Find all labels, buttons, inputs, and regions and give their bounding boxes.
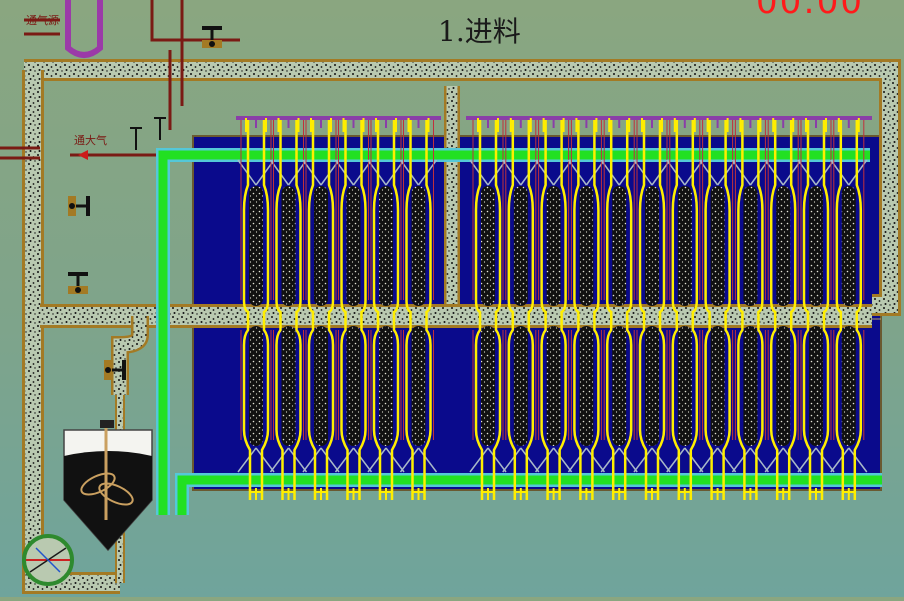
manual-valve[interactable] bbox=[68, 272, 88, 294]
manual-valve[interactable] bbox=[202, 26, 222, 48]
mixing-tank[interactable] bbox=[63, 420, 153, 552]
air-inlet-pipe bbox=[65, 0, 103, 58]
stage-title: 1.进料 bbox=[438, 15, 521, 48]
vent-label: 通大气 bbox=[74, 134, 107, 147]
filter-press-diagram: 1.进料 00:00 通气源 通大气 bbox=[0, 0, 904, 597]
feed-pump[interactable] bbox=[22, 534, 74, 586]
stage-timer: 00:00 bbox=[756, 0, 864, 22]
vent-valve[interactable] bbox=[130, 117, 166, 150]
manual-valve[interactable] bbox=[68, 196, 90, 216]
air-source-label: 通气源 bbox=[26, 14, 59, 27]
